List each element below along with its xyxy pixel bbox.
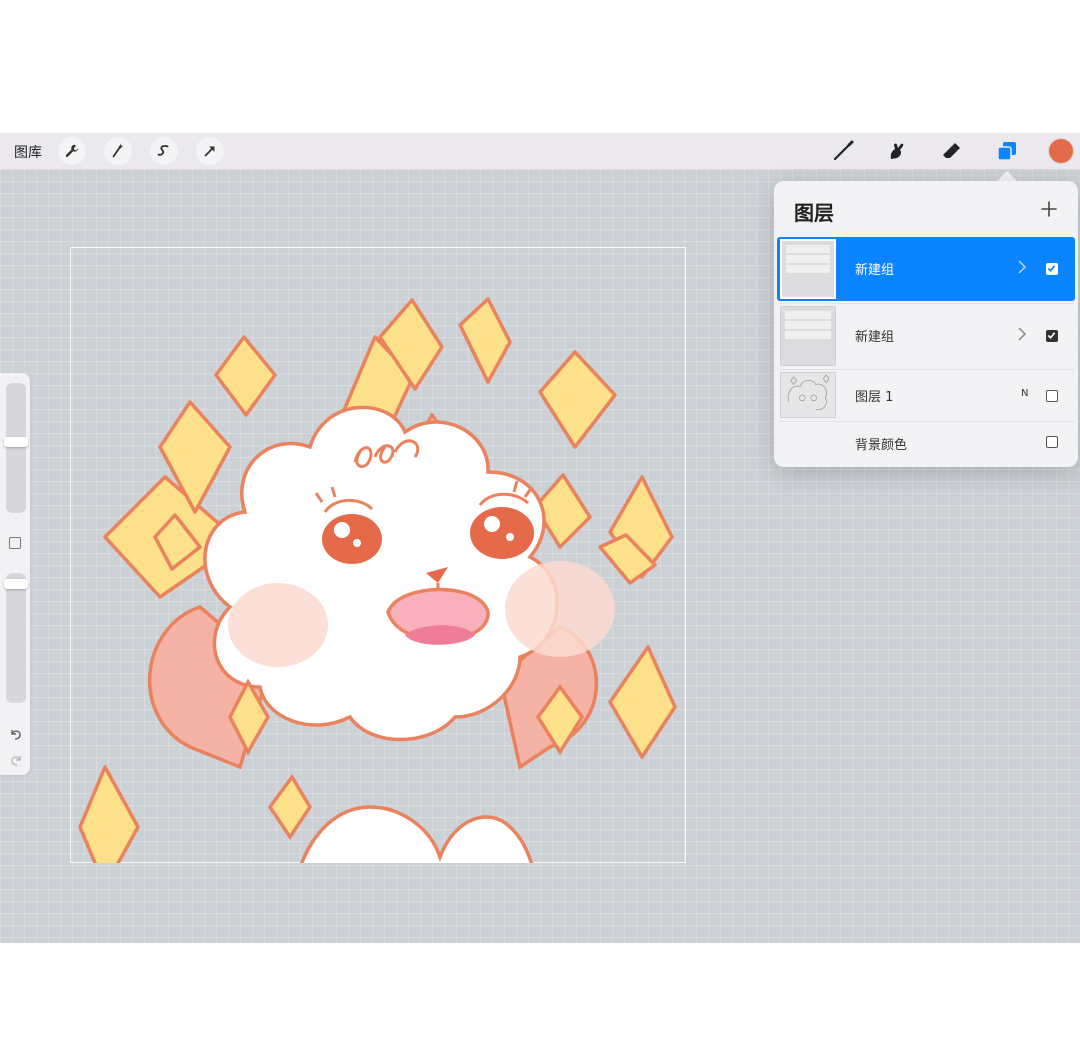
background-color-row[interactable]: 背景颜色 [777, 421, 1075, 466]
modify-button[interactable] [9, 537, 21, 549]
layer-name: 新建组 [855, 263, 895, 278]
brush-size-thumb[interactable] [4, 437, 28, 447]
procreate-app: 图库 图层 新建组 新建组 图层 1 N 背景颜色 [0, 133, 1080, 943]
chevron-right-icon[interactable] [1017, 326, 1027, 342]
layer-thumbnail [780, 306, 836, 366]
eraser-icon[interactable] [936, 137, 966, 165]
brush-size-slider[interactable] [6, 383, 26, 513]
chevron-right-icon[interactable] [1017, 259, 1027, 275]
left-sidebar [0, 373, 30, 775]
visibility-checkbox[interactable] [1046, 263, 1058, 275]
layers-panel: 图层 新建组 新建组 图层 1 N 背景颜色 [774, 181, 1078, 467]
layer-thumbnail [780, 239, 836, 299]
selection-icon[interactable] [150, 137, 178, 165]
canvas-artwork[interactable] [70, 247, 686, 863]
panel-title: 图层 [794, 201, 834, 225]
smudge-icon[interactable] [882, 137, 912, 165]
color-picker-button[interactable] [1049, 139, 1073, 163]
magic-wand-icon[interactable] [104, 137, 132, 165]
wrench-icon[interactable] [58, 137, 86, 165]
popover-arrow [997, 171, 1017, 181]
visibility-checkbox[interactable] [1046, 330, 1058, 342]
redo-icon[interactable] [8, 751, 24, 767]
blend-mode-label[interactable]: N [1021, 388, 1028, 399]
top-toolbar: 图库 [0, 133, 1080, 170]
visibility-checkbox[interactable] [1046, 390, 1058, 402]
add-layer-icon[interactable] [1038, 198, 1060, 220]
layer-name: 图层 1 [855, 390, 894, 405]
opacity-slider[interactable] [6, 573, 26, 703]
layer-row[interactable]: 图层 1 N [777, 369, 1075, 422]
layer-name: 背景颜色 [855, 438, 908, 453]
layer-name: 新建组 [855, 330, 895, 345]
gallery-button[interactable]: 图库 [14, 142, 42, 162]
layer-thumbnail [780, 372, 836, 418]
brush-icon[interactable] [828, 137, 858, 165]
visibility-checkbox[interactable] [1046, 436, 1058, 448]
opacity-thumb[interactable] [4, 579, 28, 589]
undo-icon[interactable] [8, 725, 24, 741]
layer-row[interactable]: 新建组 [777, 303, 1075, 368]
transform-arrow-icon[interactable] [196, 137, 224, 165]
layer-row[interactable]: 新建组 [777, 237, 1075, 301]
layers-icon[interactable] [992, 137, 1022, 165]
